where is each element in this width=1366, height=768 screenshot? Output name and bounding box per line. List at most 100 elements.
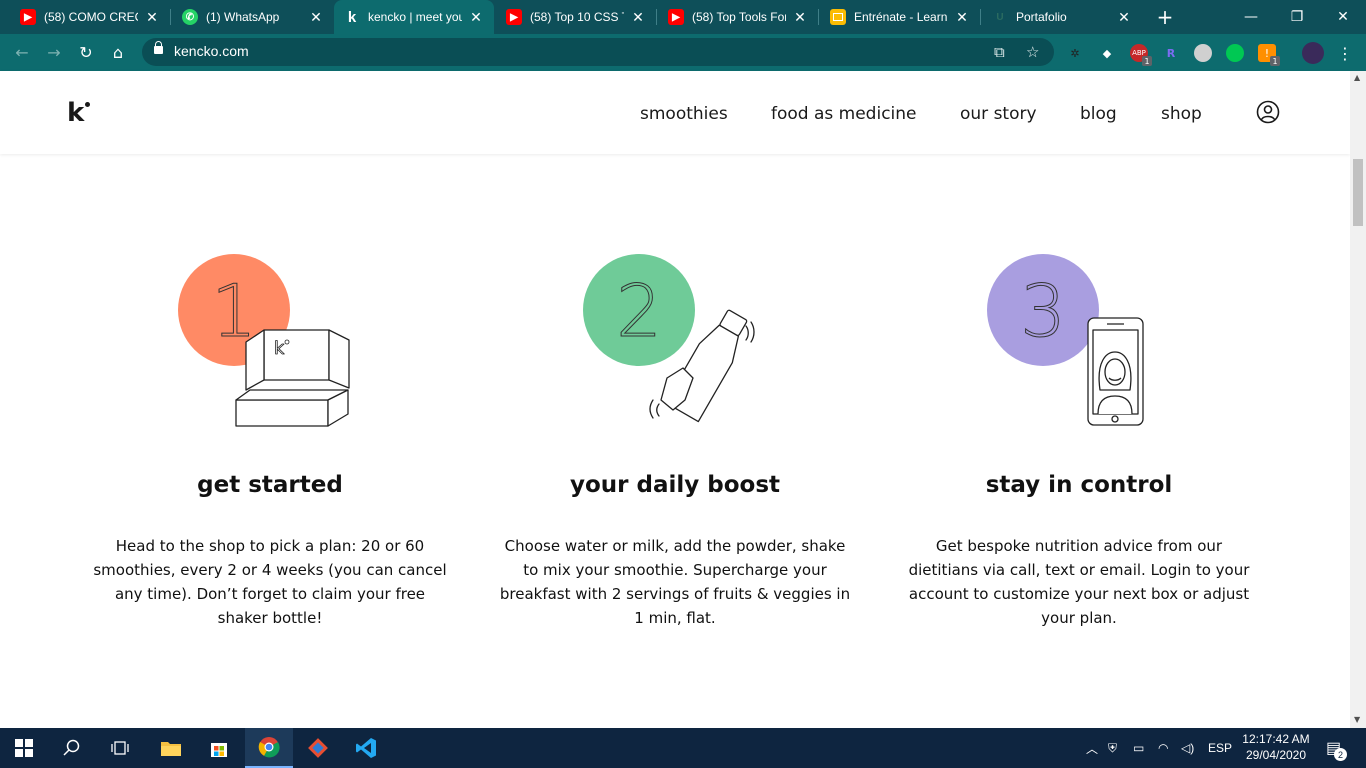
nav-link-smoothies[interactable]: smoothies — [640, 104, 728, 124]
browser-tab-strip: ▶ (58) COMO CRECE ✕ ✆ (1) WhatsApp ✕ k k… — [0, 0, 1366, 34]
browser-toolbar: ← → ↻ ⌂ kencko.com ⧉ ☆ ✲ ◆ ABP 1 R ! 1 ⋮ — [0, 34, 1366, 71]
youtube-icon: ▶ — [506, 9, 522, 25]
browser-tab[interactable]: ▶ (58) Top Tools For ✕ — [656, 0, 818, 34]
tab-title: (58) COMO CRECE — [44, 10, 138, 24]
nav-link-food-as-medicine[interactable]: food as medicine — [771, 104, 917, 124]
minimize-button[interactable]: — — [1228, 0, 1274, 34]
forward-button[interactable]: → — [40, 38, 68, 66]
browser-tab[interactable]: U Portafolio ✕ — [980, 0, 1142, 34]
close-tab-icon[interactable]: ✕ — [144, 9, 160, 26]
site-header: k smoothies food as medicine our story b… — [0, 71, 1350, 154]
browser-tab[interactable]: Entrénate - Learnin ✕ — [818, 0, 980, 34]
bookmark-star-icon[interactable]: ☆ — [1026, 43, 1039, 61]
tab-title: Portafolio — [1016, 10, 1067, 24]
whatsapp-icon: ✆ — [182, 9, 198, 25]
scroll-down-arrow-icon[interactable]: ▼ — [1354, 715, 1360, 724]
page-scrollbar[interactable]: ▲ ▼ — [1350, 71, 1366, 728]
close-tab-icon[interactable]: ✕ — [954, 9, 970, 26]
search-icon[interactable] — [48, 728, 96, 768]
step-2-description: Choose water or milk, add the powder, sh… — [499, 537, 851, 627]
chrome-taskbar-icon[interactable] — [245, 728, 293, 768]
step-2-illustration: 2 — [583, 254, 755, 423]
step-number: 2 — [616, 269, 662, 353]
volume-icon[interactable]: ◁) — [1181, 728, 1194, 768]
step-2-title: your daily boost — [569, 472, 781, 498]
microsoft-store-icon[interactable] — [195, 728, 243, 768]
menu-icon[interactable]: ⋮ — [1336, 44, 1354, 63]
restore-button[interactable]: ❐ — [1274, 0, 1320, 34]
tab-title: (58) Top Tools For — [692, 10, 786, 24]
windows-logo-icon — [15, 739, 33, 757]
youtube-icon: ▶ — [668, 9, 684, 25]
battery-icon[interactable]: ▭ — [1133, 728, 1144, 768]
step-3-title: stay in control — [985, 472, 1173, 498]
step-3-illustration: 3 — [987, 254, 1144, 426]
vscode-icon[interactable] — [342, 728, 390, 768]
task-view-icon[interactable] — [96, 728, 144, 768]
extension-r-icon[interactable]: R — [1162, 44, 1180, 62]
close-tab-icon[interactable]: ✕ — [308, 9, 324, 26]
step-3-description: Get bespoke nutrition advice from our di… — [908, 537, 1250, 627]
scroll-up-arrow-icon[interactable]: ▲ — [1354, 73, 1360, 82]
nav-link-blog[interactable]: blog — [1080, 104, 1117, 124]
input-language[interactable]: ESP — [1208, 728, 1232, 768]
nav-link-our-story[interactable]: our story — [960, 104, 1037, 124]
step-1-illustration: 1 k — [178, 254, 350, 427]
box-icon: k — [235, 329, 350, 427]
portfolio-icon: U — [996, 11, 1004, 23]
file-explorer-icon[interactable] — [147, 728, 195, 768]
extension-circle-icon[interactable] — [1194, 44, 1212, 62]
phone-dietitian-icon — [1087, 317, 1144, 426]
svg-text:k: k — [274, 338, 285, 359]
wifi-icon[interactable]: ◠ — [1158, 728, 1168, 768]
new-tab-button[interactable]: + — [1152, 0, 1178, 34]
home-button[interactable]: ⌂ — [104, 38, 132, 66]
clock-date: 29/04/2020 — [1245, 748, 1307, 762]
browser-tab-active[interactable]: k kencko | meet you ✕ — [334, 0, 494, 34]
translate-icon[interactable]: ⧉ — [994, 43, 1005, 61]
nav-link-shop[interactable]: shop — [1161, 104, 1202, 124]
logo-dot — [85, 102, 90, 107]
extension-diamond-icon[interactable]: ◆ — [1098, 44, 1116, 62]
google-classroom-icon — [830, 9, 846, 25]
tab-title: (1) WhatsApp — [206, 10, 280, 24]
clock-time: 12:17:42 AM — [1242, 732, 1310, 746]
url-text[interactable]: kencko.com — [174, 43, 249, 59]
profile-avatar[interactable] — [1302, 42, 1324, 64]
close-tab-icon[interactable]: ✕ — [468, 9, 484, 26]
tab-title: kencko | meet you — [368, 10, 462, 24]
close-window-button[interactable]: ✕ — [1320, 0, 1366, 34]
notification-count-badge: 2 — [1334, 748, 1347, 761]
system-clock[interactable]: 12:17:42 AM 29/04/2020 — [1236, 731, 1316, 763]
reload-button[interactable]: ↻ — [72, 38, 100, 66]
step-1-description: Head to the shop to pick a plan: 20 or 6… — [93, 537, 447, 627]
step-1-title: get started — [197, 472, 343, 498]
browser-tab[interactable]: ✆ (1) WhatsApp ✕ — [170, 0, 334, 34]
extension-spider-icon[interactable]: ✲ — [1066, 44, 1084, 62]
close-tab-icon[interactable]: ✕ — [630, 9, 646, 26]
adblock-icon[interactable]: ABP 1 — [1130, 44, 1152, 66]
git-icon[interactable] — [294, 728, 342, 768]
browser-tab[interactable]: ▶ (58) COMO CRECE ✕ — [0, 0, 170, 34]
back-button[interactable]: ← — [8, 38, 36, 66]
show-hidden-icons-icon[interactable]: ︿ — [1086, 728, 1098, 768]
lock-icon — [154, 41, 163, 54]
windows-start-button[interactable] — [0, 728, 48, 768]
action-center-icon[interactable]: ▤ 2 — [1326, 728, 1347, 768]
close-tab-icon[interactable]: ✕ — [792, 9, 808, 26]
step-number: 3 — [1020, 269, 1066, 353]
kencko-icon: k — [347, 8, 357, 26]
browser-tab[interactable]: ▶ (58) Top 10 CSS Tr ✕ — [494, 0, 656, 34]
scrollbar-thumb[interactable] — [1353, 159, 1363, 226]
tab-title: Entrénate - Learnin — [854, 10, 948, 24]
extension-orange-icon[interactable]: ! 1 — [1258, 44, 1280, 66]
youtube-icon: ▶ — [20, 9, 36, 25]
security-icon[interactable]: ⛨ — [1108, 728, 1117, 768]
close-tab-icon[interactable]: ✕ — [1116, 9, 1132, 26]
kencko-logo[interactable]: k — [67, 98, 84, 128]
account-icon[interactable] — [1256, 100, 1280, 124]
tab-title: (58) Top 10 CSS Tr — [530, 10, 624, 24]
address-bar[interactable]: kencko.com ⧉ ☆ — [142, 38, 1054, 66]
windows-taskbar: ︿ ⛨ ▭ ◠ ◁) ESP 12:17:42 AM 29/04/2020 ▤ … — [0, 728, 1366, 768]
extension-green-icon[interactable] — [1226, 44, 1244, 62]
